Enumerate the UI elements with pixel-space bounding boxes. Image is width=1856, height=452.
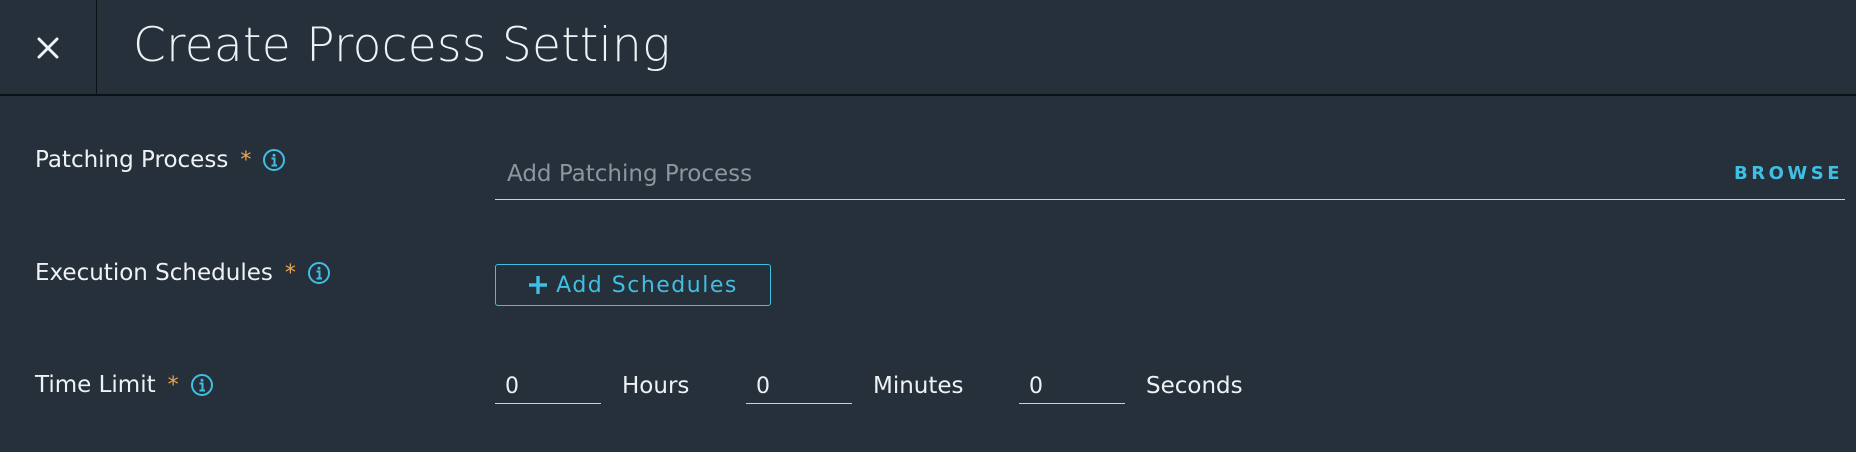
patching-process-label-group: Patching Process * <box>35 147 286 173</box>
time-limit-label-group: Time Limit * <box>35 372 214 398</box>
required-marker: * <box>167 372 179 398</box>
execution-schedules-label: Execution Schedules <box>35 260 273 286</box>
page-title: Create Process Setting <box>133 18 671 73</box>
info-icon[interactable] <box>190 373 214 397</box>
seconds-input[interactable] <box>1029 372 1109 400</box>
hours-field <box>495 370 601 404</box>
modal-header: Create Process Setting <box>0 0 1856 96</box>
patching-process-field: BROWSE <box>495 150 1845 200</box>
info-icon[interactable] <box>262 148 286 172</box>
add-schedules-button[interactable]: Add Schedules <box>495 264 771 306</box>
patching-process-label: Patching Process <box>35 147 229 173</box>
plus-icon <box>528 275 548 295</box>
close-button[interactable] <box>0 0 97 96</box>
patching-process-input[interactable] <box>507 158 1657 190</box>
add-schedules-label: Add Schedules <box>556 272 738 298</box>
minutes-input[interactable] <box>756 372 836 400</box>
time-limit-label: Time Limit <box>35 372 156 398</box>
info-icon[interactable] <box>307 261 331 285</box>
minutes-field <box>746 370 852 404</box>
hours-unit-label: Hours <box>622 373 690 399</box>
hours-input[interactable] <box>505 372 585 400</box>
required-marker: * <box>284 260 296 286</box>
seconds-unit-label: Seconds <box>1146 373 1243 399</box>
minutes-unit-label: Minutes <box>873 373 964 399</box>
execution-schedules-label-group: Execution Schedules * <box>35 260 331 286</box>
required-marker: * <box>240 147 252 173</box>
close-icon <box>37 37 59 59</box>
browse-button[interactable]: BROWSE <box>1734 163 1843 184</box>
seconds-field <box>1019 370 1125 404</box>
